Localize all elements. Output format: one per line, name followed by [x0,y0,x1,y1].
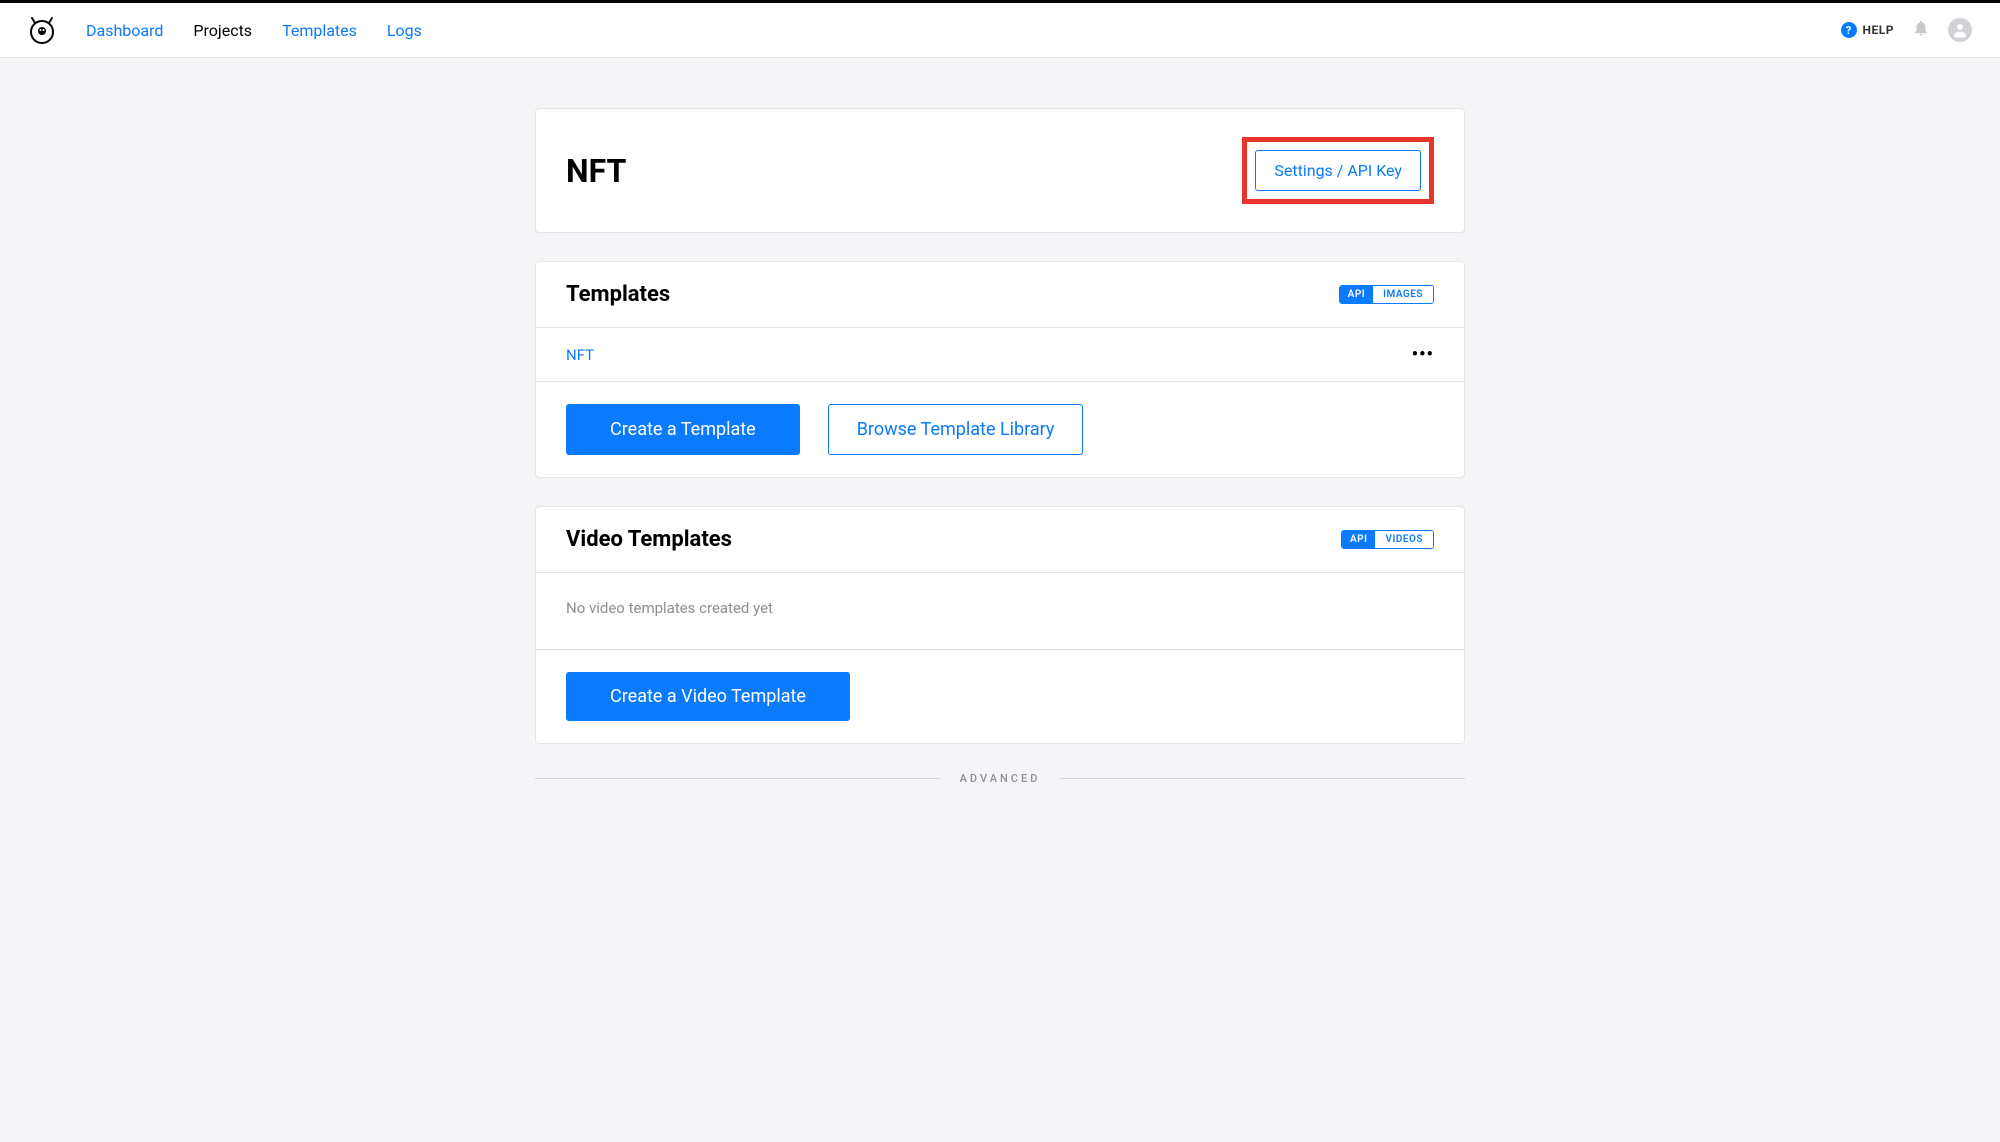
template-link-nft[interactable]: NFT [566,346,594,364]
api-badge-video: API [1342,531,1375,548]
nav-dashboard[interactable]: Dashboard [86,21,163,40]
templates-title: Templates [566,282,670,307]
browse-template-library-button[interactable]: Browse Template Library [828,404,1084,455]
divider-line-right [1060,778,1465,779]
header-left: Dashboard Projects Templates Logs [28,16,422,44]
main-nav: Dashboard Projects Templates Logs [86,21,422,40]
settings-highlight: Settings / API Key [1242,137,1434,204]
templates-card: Templates API IMAGES NFT ••• Create a Te… [535,261,1465,478]
logo-icon [29,16,55,44]
project-card: NFT Settings / API Key [535,108,1465,233]
divider-line-left [535,778,940,779]
advanced-label: ADVANCED [960,772,1041,785]
nav-templates[interactable]: Templates [282,21,357,40]
header-right: ? HELP [1841,18,1972,42]
nav-logs[interactable]: Logs [387,21,422,40]
project-header: NFT Settings / API Key [536,109,1464,232]
create-template-button[interactable]: Create a Template [566,404,800,455]
images-badge: IMAGES [1373,286,1433,303]
video-templates-empty: No video templates created yet [536,573,1464,650]
videos-badge: VIDEOS [1375,531,1433,548]
advanced-divider: ADVANCED [535,772,1465,785]
help-link[interactable]: ? HELP [1841,22,1894,38]
main-header: Dashboard Projects Templates Logs ? HELP [0,3,2000,58]
app-logo[interactable] [28,16,56,44]
template-row: NFT ••• [536,328,1464,382]
templates-section-header: Templates API IMAGES [536,262,1464,328]
user-avatar[interactable] [1948,18,1972,42]
video-templates-section-header: Video Templates API VIDEOS [536,507,1464,573]
nav-projects[interactable]: Projects [193,21,252,40]
template-more-icon[interactable]: ••• [1412,344,1434,365]
templates-actions: Create a Template Browse Template Librar… [536,382,1464,477]
main-container: NFT Settings / API Key Templates API IMA… [535,58,1465,825]
templates-badge: API IMAGES [1339,285,1434,304]
api-badge: API [1340,286,1373,303]
video-templates-actions: Create a Video Template [536,650,1464,743]
settings-api-key-button[interactable]: Settings / API Key [1255,150,1421,191]
video-templates-card: Video Templates API VIDEOS No video temp… [535,506,1465,744]
video-templates-title: Video Templates [566,527,732,552]
video-templates-badge: API VIDEOS [1341,530,1434,549]
help-label: HELP [1863,23,1894,37]
help-icon: ? [1841,22,1857,38]
project-title: NFT [566,152,626,190]
create-video-template-button[interactable]: Create a Video Template [566,672,850,721]
notifications-icon[interactable] [1912,19,1930,41]
